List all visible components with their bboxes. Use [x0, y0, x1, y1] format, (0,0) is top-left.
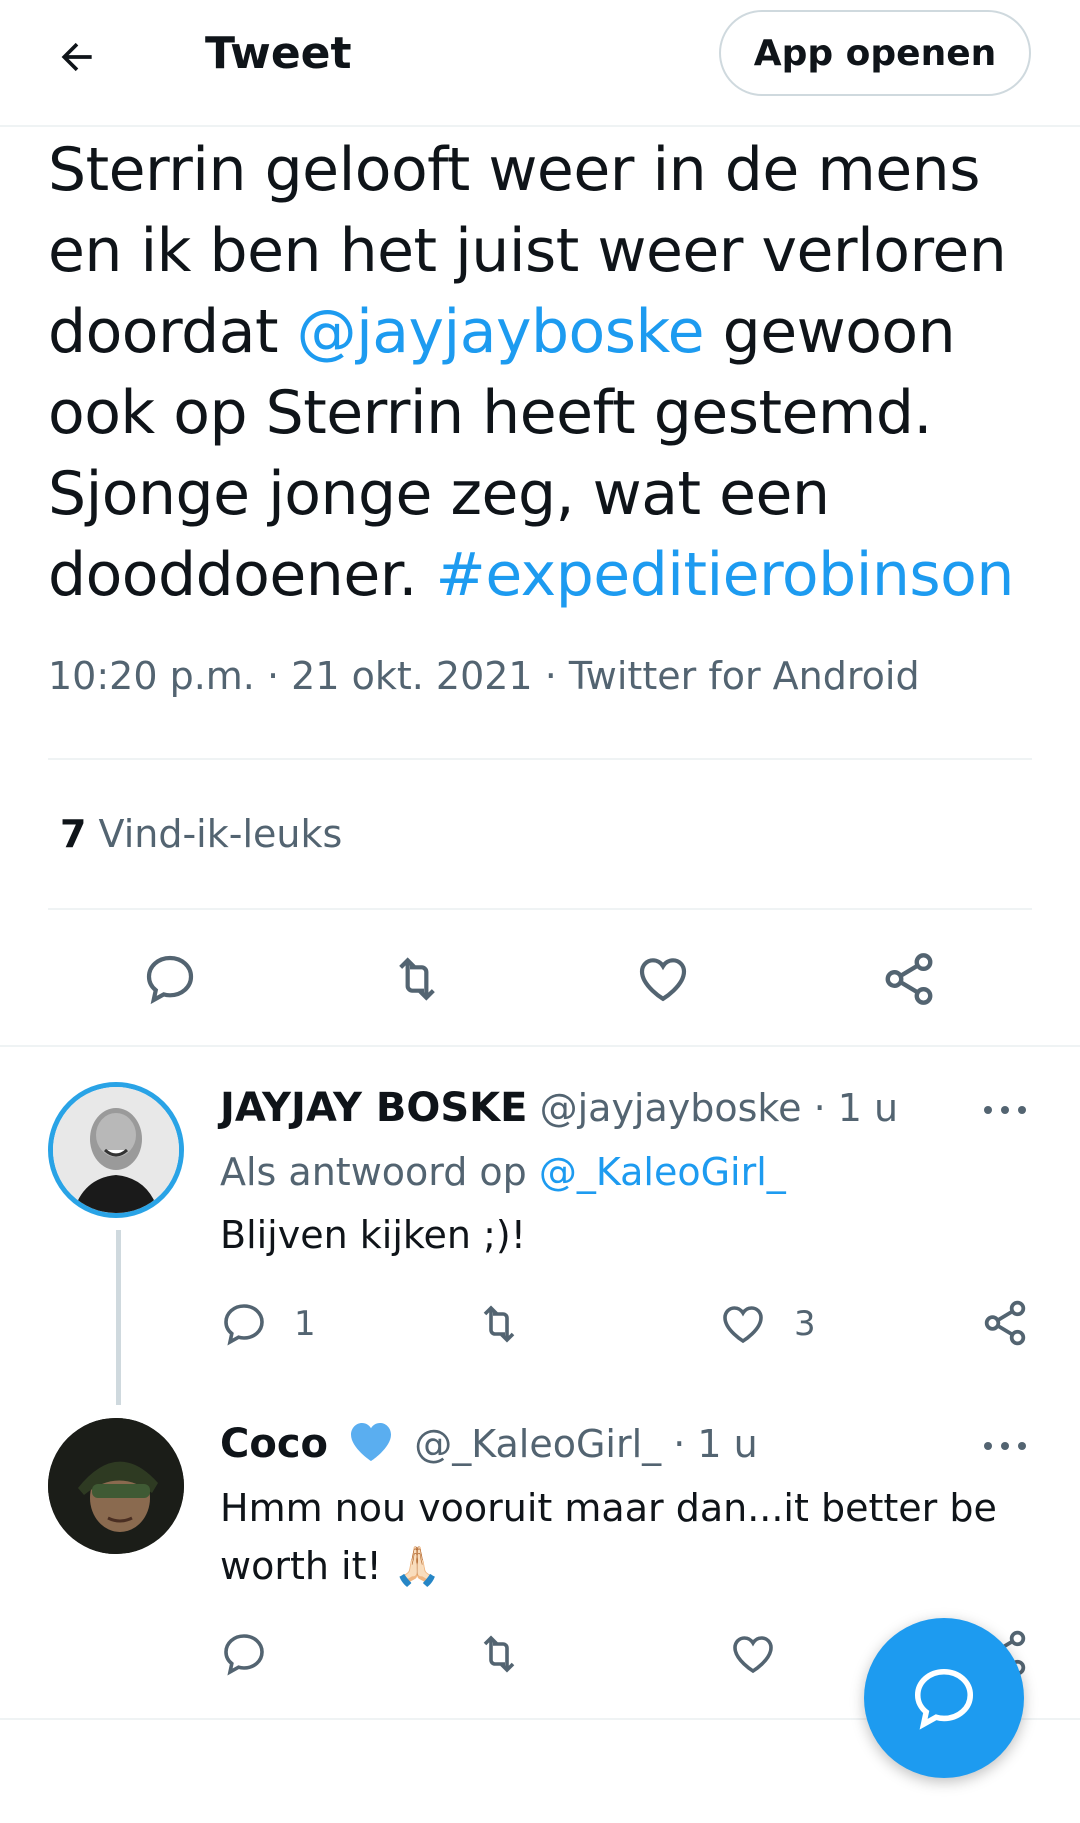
- likes-count: 7: [60, 812, 87, 856]
- divider: [48, 758, 1032, 760]
- reply-to-line: Als antwoord op @_KaleoGirl_: [220, 1146, 786, 1198]
- tweet-time[interactable]: 10:20 p.m.: [48, 654, 255, 698]
- retweet-icon[interactable]: [472, 1630, 526, 1678]
- reply-author-handle[interactable]: @_KaleoGirl_: [414, 1422, 661, 1466]
- tweet-actions: [0, 920, 1080, 1040]
- compose-icon: [914, 1668, 974, 1730]
- page-title: Tweet: [205, 28, 352, 79]
- open-app-button[interactable]: App openen: [719, 10, 1031, 96]
- reply-text-line-1: Hmm nou vooruit maar dan...it better be: [220, 1486, 997, 1530]
- like-icon[interactable]: [728, 1630, 778, 1678]
- like-icon: [723, 1306, 763, 1344]
- reply-to-handle[interactable]: @_KaleoGirl_: [539, 1150, 786, 1194]
- share-icon[interactable]: [980, 1298, 1030, 1348]
- reply-text-line-2: worth it! 🙏🏻: [220, 1544, 442, 1588]
- like-count: 3: [794, 1304, 816, 1344]
- reply-author-name[interactable]: JAYJAY BOSKE: [220, 1085, 528, 1131]
- reply-icon[interactable]: [220, 1630, 268, 1678]
- reply-header: JAYJAY BOSKE @jayjayboske · 1 u: [220, 1085, 899, 1131]
- likes-summary[interactable]: 7 Vind-ik-leuks: [60, 808, 342, 860]
- reply-author-name[interactable]: Coco: [220, 1421, 328, 1467]
- reply-time: 1 u: [697, 1422, 758, 1466]
- blue-heart-icon: [346, 1419, 396, 1476]
- reply-author-handle[interactable]: @jayjayboske: [540, 1086, 802, 1130]
- reply-like-action[interactable]: 3: [718, 1300, 816, 1348]
- tweet-link[interactable]: @jayjayboske: [297, 297, 705, 367]
- avatar-jayjayboske[interactable]: [48, 1082, 184, 1218]
- likes-label: Vind-ik-leuks: [98, 812, 343, 856]
- share-icon[interactable]: [874, 944, 944, 1014]
- reply-time: 1 u: [837, 1086, 899, 1130]
- section-separator: [0, 1045, 1080, 1047]
- retweet-icon[interactable]: [472, 1300, 526, 1348]
- tweet-meta: 10:20 p.m. · 21 okt. 2021 · Twitter for …: [48, 654, 920, 698]
- like-icon[interactable]: [628, 944, 698, 1014]
- tweet-link[interactable]: #expeditierobinson: [436, 540, 1015, 610]
- tweet-date[interactable]: 21 okt. 2021: [291, 654, 532, 698]
- reply-icon[interactable]: [135, 944, 205, 1014]
- reply-count: 1: [294, 1304, 316, 1344]
- tweet-source[interactable]: Twitter for Android: [569, 654, 920, 698]
- tweet-text: Sterrin gelooft weer in de mens en ik be…: [48, 130, 1038, 616]
- divider: [48, 908, 1032, 910]
- more-icon[interactable]: [975, 1426, 1035, 1466]
- compose-reply-button[interactable]: [864, 1618, 1024, 1778]
- retweet-icon[interactable]: [382, 944, 452, 1014]
- reply-icon: [224, 1304, 264, 1346]
- reply-to-prefix: Als antwoord op: [220, 1150, 539, 1194]
- reply-header: Coco @_KaleoGirl_ · 1 u: [220, 1418, 758, 1476]
- thread-line: [116, 1230, 121, 1405]
- back-arrow-icon[interactable]: [42, 22, 112, 92]
- more-icon[interactable]: [975, 1090, 1035, 1130]
- reply-text: Blijven kijken ;)!: [220, 1213, 526, 1257]
- reply-reply-action[interactable]: 1: [220, 1300, 316, 1348]
- avatar-kaleogirl[interactable]: [48, 1418, 184, 1554]
